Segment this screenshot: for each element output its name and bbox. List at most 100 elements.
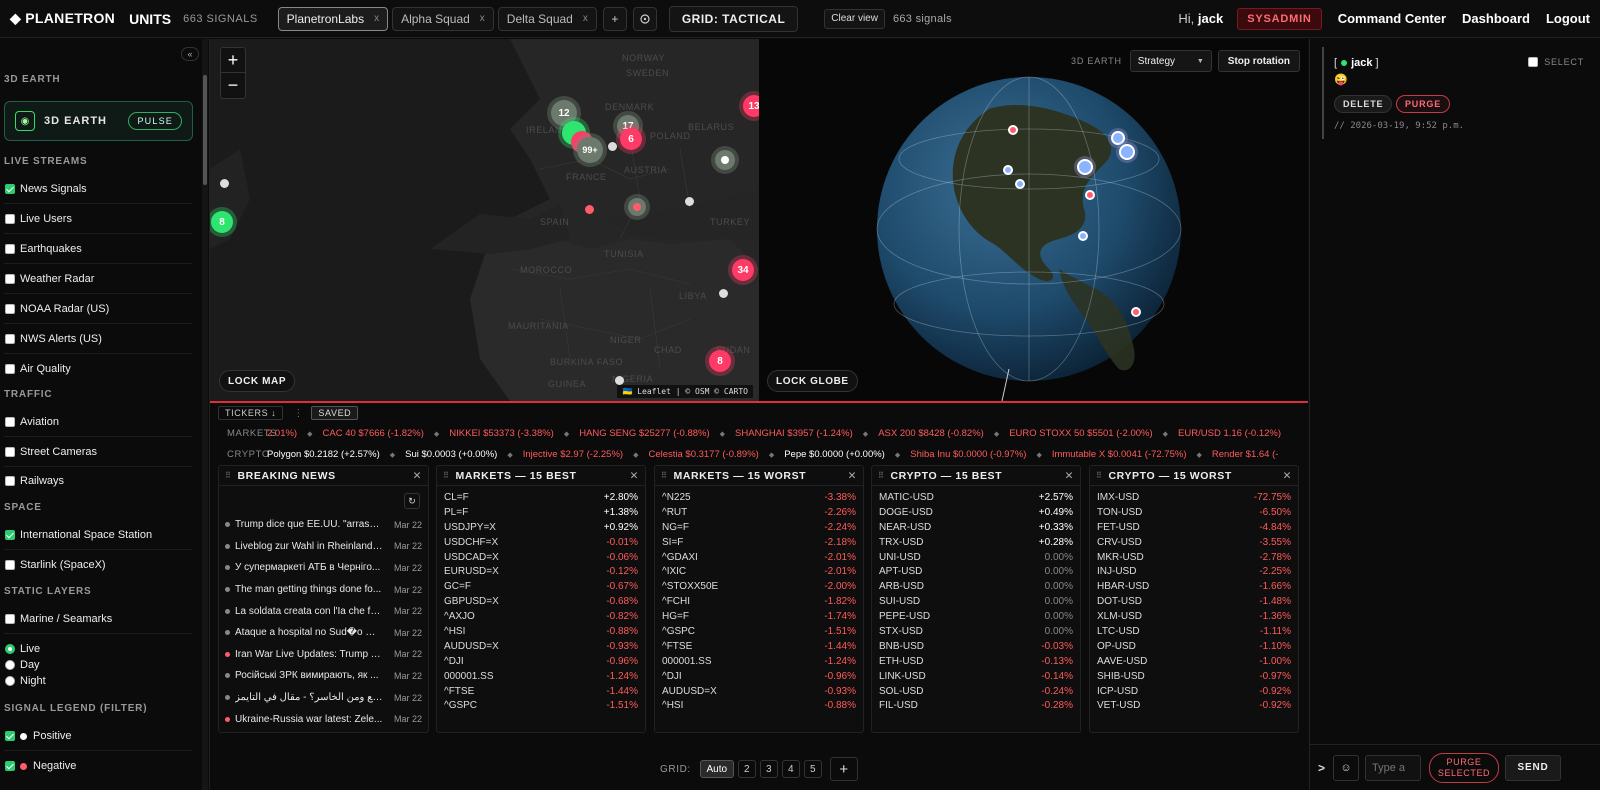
layer-iss[interactable]: International Space Station [5,529,152,541]
table-row[interactable]: CL=F +2.80% [437,490,645,505]
news-item[interactable]: The man getting things done fo... Mar 22 [219,579,428,601]
table-row[interactable]: TON-USD -6.50% [1090,505,1298,520]
table-row[interactable]: ETH-USD -0.13% [872,654,1080,669]
grid-option-5[interactable]: 5 [803,760,822,778]
map-marker[interactable] [585,205,594,214]
checkbox[interactable] [5,614,15,624]
news-headline[interactable]: La soldata creata con l'Ia che fa... [235,606,383,617]
news-item[interactable]: Російські ЗРК вимирають, як ... Mar 22 [219,665,428,687]
table-row[interactable]: MKR-USD -2.78% [1090,550,1298,565]
sidebar-scrollbar[interactable] [202,39,208,790]
map-marker[interactable] [685,197,694,206]
lock-map-button[interactable]: LOCK MAP [219,370,296,392]
news-item[interactable]: Iran War Live Updates: Trump T... Mar 22 [219,644,428,666]
table-row[interactable]: ^FCHI -1.82% [655,594,863,609]
map-cluster[interactable]: 6 [620,128,642,150]
ticker-item[interactable]: Render $1.64 (- [1212,449,1279,460]
map-cluster[interactable] [715,150,735,170]
table-row[interactable]: ICP-USD -0.92% [1090,684,1298,699]
ticker-item[interactable]: Sui $0.0003 (+0.00%) [405,449,497,460]
layer-news-signals[interactable]: News Signals [5,183,87,195]
ticker-item[interactable]: Shiba Inu $0.0000 (-0.97%) [910,449,1026,460]
news-headline[interactable]: Trump dice que EE.UU. "arrasar... [235,519,383,530]
news-headline[interactable]: الرابع ومن الخاسر؟ - مقال في التايمز ... [235,692,383,703]
layer-nws-alerts[interactable]: NWS Alerts (US) [5,333,102,345]
table-row[interactable]: ^AXJO -0.82% [437,609,645,624]
ticker-item[interactable]: Injective $2.97 (-2.25%) [523,449,623,460]
news-item[interactable]: الرابع ومن الخاسر؟ - مقال في التايمز ...… [219,687,428,709]
radio[interactable] [5,644,15,654]
table-row[interactable]: ^FTSE -1.44% [437,684,645,699]
globe-marker[interactable] [1015,179,1025,189]
globe-marker[interactable] [1078,231,1088,241]
map-attribution[interactable]: 🇺🇦 Leaflet | © OSM © CARTO [617,385,753,398]
grid-option-3[interactable]: 3 [759,760,778,778]
map-cluster[interactable]: 99+ [577,137,603,163]
news-item[interactable]: Liveblog zur Wahl in Rheinland-... Mar 22 [219,536,428,558]
table-row[interactable]: USDCHF=X -0.01% [437,535,645,550]
close-icon[interactable]: ✕ [848,470,857,482]
globe-marker[interactable] [1085,190,1095,200]
drag-handle-icon[interactable]: ⠿ [661,471,667,480]
stop-rotation-button[interactable]: Stop rotation [1217,50,1300,72]
radio-night[interactable]: Night [5,675,46,687]
table-row[interactable]: OP-USD -1.10% [1090,639,1298,654]
map-marker[interactable] [719,289,728,298]
close-icon[interactable]: x [374,13,379,24]
table-row[interactable]: BNB-USD -0.03% [872,639,1080,654]
add-tab-button[interactable]: + [602,6,627,31]
close-icon[interactable]: ✕ [413,470,422,482]
checkbox[interactable] [5,476,15,486]
table-row[interactable]: ^GDAXI -2.01% [655,550,863,565]
table-row[interactable]: ^FTSE -1.44% [655,639,863,654]
layer-aviation[interactable]: Aviation [5,416,59,428]
checkbox[interactable] [5,184,15,194]
table-row[interactable]: SHIB-USD -0.97% [1090,669,1298,684]
grid-option-4[interactable]: 4 [781,760,800,778]
table-row[interactable]: ARB-USD 0.00% [872,579,1080,594]
collapse-sidebar-button[interactable]: « [181,47,199,61]
checkbox[interactable] [5,447,15,457]
close-icon[interactable]: ✕ [1283,470,1292,482]
ticker-item[interactable]: NIKKEI $53373 (-3.38%) [449,428,554,439]
ticker-item[interactable]: EURO STOXX 50 $5501 (-2.00%) [1009,428,1152,439]
ticker-item[interactable]: Immutable X $0.0041 (-72.75%) [1052,449,1187,460]
table-row[interactable]: DOT-USD -1.48% [1090,594,1298,609]
table-row[interactable]: LTC-USD -1.11% [1090,624,1298,639]
ticker-item[interactable]: HANG SENG $25277 (-0.88%) [579,428,709,439]
map-marker[interactable] [220,179,229,188]
table-row[interactable]: IMX-USD -72.75% [1090,490,1298,505]
table-row[interactable]: ^HSI -0.88% [655,698,863,713]
table-row[interactable]: SOL-USD -0.24% [872,684,1080,699]
table-row[interactable]: PEPE-USD 0.00% [872,609,1080,624]
globe-marker[interactable] [1119,144,1135,160]
layer-weather-radar[interactable]: Weather Radar [5,273,94,285]
table-row[interactable]: AUDUSD=X -0.93% [655,684,863,699]
close-icon[interactable]: ✕ [1065,470,1074,482]
ticker-item[interactable]: SHANGHAI $3957 (-1.24%) [735,428,853,439]
more-icon[interactable]: ⋮ [293,408,303,419]
zoom-out-button[interactable]: − [221,73,245,98]
message-user[interactable]: jack [1351,57,1372,69]
drag-handle-icon[interactable]: ⠿ [878,471,884,480]
ticker-item[interactable]: EUR/USD 1.16 (-0.12%) [1178,428,1281,439]
ticker-item[interactable]: 2.01%) [267,428,297,439]
radio-day[interactable]: Day [5,659,40,671]
layer-noaa-radar[interactable]: NOAA Radar (US) [5,303,109,315]
tab-alpha-squad[interactable]: Alpha Squad x [392,6,494,31]
table-row[interactable]: APT-USD 0.00% [872,564,1080,579]
table-row[interactable]: XLM-USD -1.36% [1090,609,1298,624]
checkbox[interactable] [5,364,15,374]
purge-selected-button[interactable]: PURGE SELECTED [1429,752,1500,783]
map-cluster[interactable] [628,198,646,216]
checkbox[interactable] [5,334,15,344]
layer-starlink[interactable]: Starlink (SpaceX) [5,559,106,571]
news-headline[interactable]: У супермаркеті АТБ в Черніго... [235,562,380,573]
table-row[interactable]: PL=F +1.38% [437,505,645,520]
table-row[interactable]: USDJPY=X +0.92% [437,520,645,535]
ticker-item[interactable]: ASX 200 $8428 (-0.82%) [878,428,984,439]
map-cluster[interactable]: 34 [732,259,754,281]
globe-marker[interactable] [1077,159,1093,175]
globe-view[interactable]: 3D EARTH Strategy ▼ Stop rotation LOCK GL… [759,39,1308,401]
checkbox[interactable] [5,304,15,314]
